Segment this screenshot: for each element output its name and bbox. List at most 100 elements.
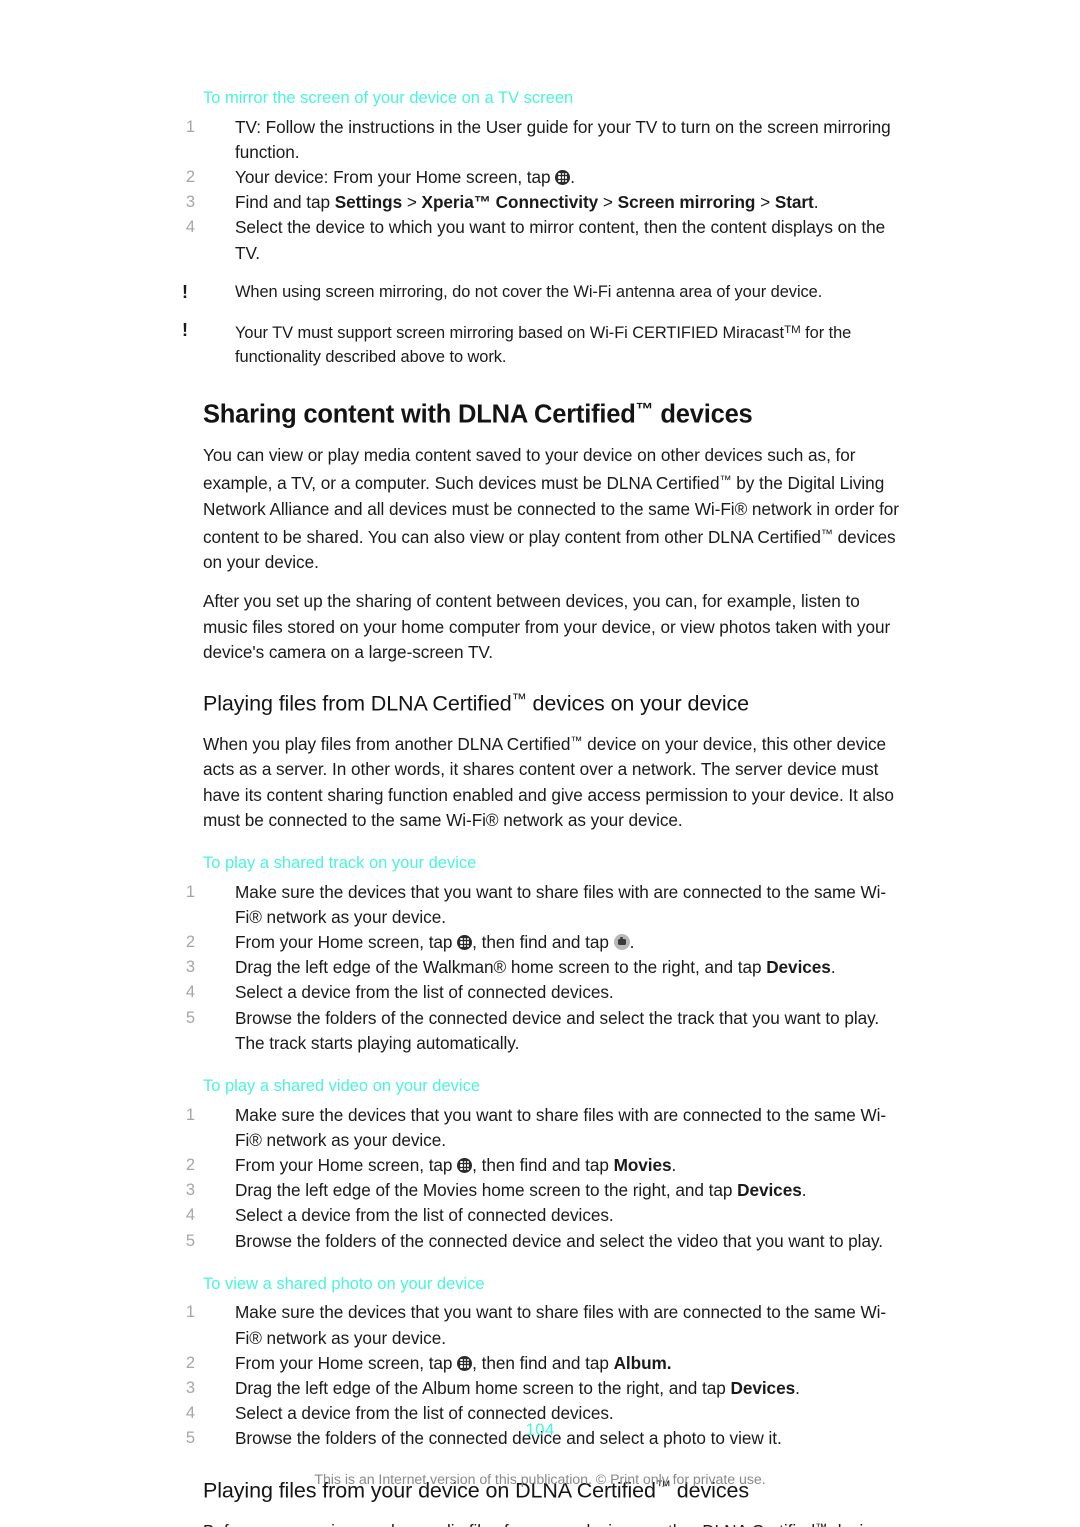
step-number: 3 bbox=[185, 1379, 195, 1398]
trademark-symbol: ™ bbox=[815, 1521, 827, 1527]
step-number: 3 bbox=[185, 193, 195, 212]
step-number: 1 bbox=[185, 117, 195, 136]
ui-label-movies: Movies bbox=[613, 1154, 672, 1175]
step-number: 3 bbox=[185, 958, 195, 977]
steps-list-play-shared-video: 1 Make sure the devices that you want to … bbox=[186, 1103, 903, 1254]
trademark-symbol: ™ bbox=[570, 734, 583, 749]
ui-path-xperia-connectivity: Xperia™ Connectivity bbox=[421, 192, 599, 213]
step-text-suffix: . bbox=[570, 167, 575, 188]
path-separator: > bbox=[755, 192, 775, 213]
note-text: When using screen mirroring, do not cove… bbox=[235, 282, 823, 301]
paragraph-part: When you play files from another DLNA Ce… bbox=[203, 734, 571, 755]
list-item: 4 Select a device from the list of connec… bbox=[186, 1203, 903, 1228]
path-separator: > bbox=[598, 192, 618, 213]
step-number: 3 bbox=[185, 1181, 195, 1200]
note-miracast-support: ! Your TV must support screen mirroring b… bbox=[182, 318, 903, 369]
step-text-middle: , then find and tap bbox=[472, 1352, 614, 1373]
list-item: 1 TV: Follow the instructions in the User… bbox=[186, 115, 903, 165]
section-heading-playing-files-from-dlna: Playing files from DLNA Certified™ devic… bbox=[203, 691, 903, 717]
step-text-end: . bbox=[795, 1378, 800, 1399]
procedure-heading-play-shared-track: To play a shared track on your device bbox=[203, 853, 477, 872]
ui-label-devices: Devices bbox=[766, 957, 831, 978]
path-separator: > bbox=[402, 192, 422, 213]
list-item: 5 Browse the folders of the connected dev… bbox=[186, 1229, 903, 1254]
list-item: 3 Drag the left edge of the Movies home s… bbox=[186, 1178, 903, 1203]
section-heading-sharing-content: Sharing content with DLNA Certified™ dev… bbox=[203, 399, 903, 430]
step-text: Make sure the devices that you want to s… bbox=[235, 1302, 887, 1348]
steps-list-play-shared-track: 1 Make sure the devices that you want to … bbox=[186, 880, 903, 1056]
app-drawer-icon bbox=[457, 934, 473, 950]
paragraph-sharing-examples: After you set up the sharing of content … bbox=[203, 591, 891, 662]
paragraph-playing-to-overview: Before you can view or play media files … bbox=[203, 1516, 903, 1527]
step-number: 2 bbox=[185, 1155, 195, 1174]
ui-path-screen-mirroring: Screen mirroring bbox=[617, 192, 756, 213]
steps-list-mirror-screen: 1 TV: Follow the instructions in the User… bbox=[186, 115, 903, 266]
step-text: Browse the folders of the connected devi… bbox=[235, 1230, 883, 1251]
step-text-prefix: From your Home screen, tap bbox=[235, 1352, 458, 1373]
step-text-prefix: From your Home screen, tap bbox=[235, 931, 458, 952]
footer-copyright-note: This is an Internet version of this publ… bbox=[314, 1472, 766, 1488]
step-text-middle: , then find and tap bbox=[472, 931, 614, 952]
list-item: 4 Select the device to which you want to … bbox=[186, 215, 903, 265]
list-item: 5 Browse the folders of the connected dev… bbox=[186, 1006, 903, 1056]
exclamation-icon: ! bbox=[182, 281, 188, 302]
list-item: 3 Find and tap Settings > Xperia™ Connect… bbox=[186, 190, 903, 215]
step-number: 1 bbox=[185, 1303, 195, 1322]
step-number: 5 bbox=[185, 1008, 195, 1027]
note-text-lead: Your TV must support screen mirroring ba… bbox=[235, 323, 785, 342]
manual-page: To mirror the screen of your device on a… bbox=[0, 0, 1080, 1527]
step-number: 4 bbox=[185, 1206, 195, 1225]
ui-label-devices: Devices bbox=[737, 1180, 802, 1201]
trademark-symbol: ™ bbox=[719, 473, 732, 488]
step-number: 2 bbox=[185, 1353, 195, 1372]
heading-lead: Sharing content with DLNA Certified bbox=[203, 400, 636, 429]
step-text-end: . bbox=[830, 957, 836, 978]
step-number: 1 bbox=[185, 882, 195, 901]
step-text-lead: Find and tap bbox=[235, 192, 335, 213]
step-text-lead: Drag the left edge of the Movies home sc… bbox=[235, 1180, 738, 1201]
step-text: TV: Follow the instructions in the User … bbox=[235, 116, 891, 162]
app-drawer-icon bbox=[555, 170, 571, 186]
heading-tail: devices on your device bbox=[526, 691, 750, 716]
heading-tail: devices bbox=[653, 400, 753, 429]
step-text-end: . bbox=[801, 1180, 807, 1201]
paragraph-playing-from-overview: When you play files from another DLNA Ce… bbox=[203, 729, 903, 833]
trademark-symbol: ™ bbox=[635, 398, 654, 419]
list-item: 1 Make sure the devices that you want to … bbox=[186, 1300, 903, 1350]
step-text: Browse the folders of the connected devi… bbox=[235, 1007, 880, 1053]
trademark-symbol: ™ bbox=[820, 526, 833, 541]
ui-label-album: Album. bbox=[613, 1352, 672, 1373]
step-text-suffix: . bbox=[629, 931, 635, 952]
step-text: Select the device to which you want to m… bbox=[235, 217, 886, 263]
procedure-heading-view-shared-photo: To view a shared photo on your device bbox=[203, 1274, 485, 1293]
list-item: 3 Drag the left edge of the Walkman® home… bbox=[186, 955, 903, 980]
app-drawer-icon bbox=[457, 1355, 473, 1371]
app-drawer-icon bbox=[457, 1157, 473, 1173]
step-number: 2 bbox=[185, 932, 195, 951]
list-item: 2 Your device: From your Home screen, tap… bbox=[186, 165, 903, 190]
step-text-middle: , then find and tap bbox=[472, 1154, 614, 1175]
step-text: Select a device from the list of connect… bbox=[235, 982, 614, 1003]
list-item: 1 Make sure the devices that you want to … bbox=[186, 880, 903, 930]
step-text-lead: Drag the left edge of the Walkman® home … bbox=[235, 957, 767, 978]
trademark-symbol: ™ bbox=[511, 690, 527, 708]
ui-label-devices: Devices bbox=[730, 1378, 796, 1399]
step-number: 2 bbox=[185, 168, 195, 187]
procedure-heading-mirror-screen: To mirror the screen of your device on a… bbox=[203, 89, 574, 107]
step-number: 4 bbox=[185, 218, 195, 237]
list-item: 2 From your Home screen, tap , then find … bbox=[186, 1153, 903, 1178]
step-number: 5 bbox=[185, 1231, 195, 1250]
page-number: 104 bbox=[525, 1420, 555, 1439]
step-text: Make sure the devices that you want to s… bbox=[235, 1104, 887, 1150]
heading-lead: Playing files from DLNA Certified bbox=[203, 691, 512, 716]
list-item: 2 From your Home screen, tap , then find … bbox=[186, 930, 903, 955]
walkman-icon bbox=[613, 933, 630, 950]
paragraph-part: Before you can view or play media files … bbox=[203, 1521, 815, 1527]
list-item: 1 Make sure the devices that you want to … bbox=[186, 1103, 903, 1153]
step-text-end: . bbox=[813, 192, 819, 213]
procedure-heading-play-shared-video: To play a shared video on your device bbox=[203, 1076, 481, 1095]
step-number: 1 bbox=[185, 1105, 195, 1124]
list-item: 2 From your Home screen, tap , then find … bbox=[186, 1351, 903, 1376]
step-text-prefix: Your device: From your Home screen, tap bbox=[235, 167, 556, 188]
trademark-symbol: TM bbox=[784, 323, 801, 336]
